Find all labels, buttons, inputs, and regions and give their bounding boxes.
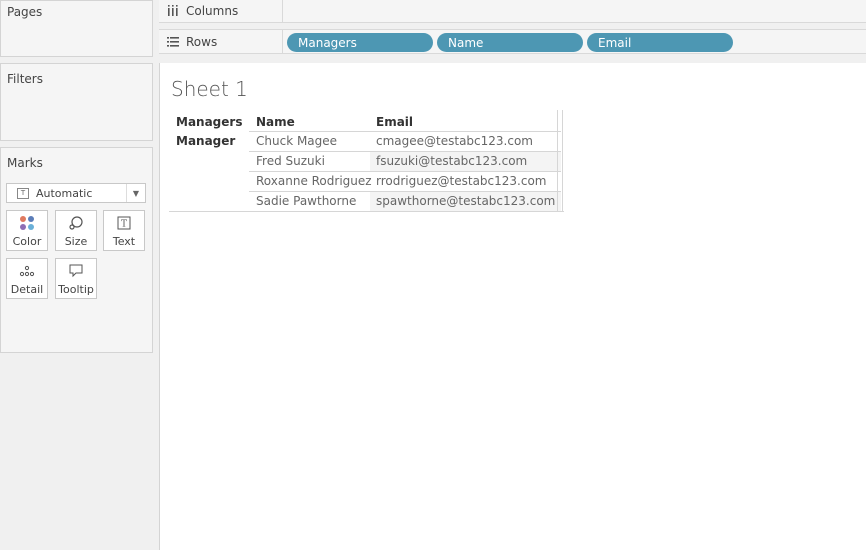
detail-button[interactable]: Detail [6,258,48,299]
table-row-email[interactable]: cmagee@testabc123.com [376,134,533,148]
tooltip-label: Tooltip [58,283,94,296]
color-dots-icon [19,214,35,232]
text-label: Text [112,235,136,248]
table-row-name[interactable]: Fred Suzuki [256,154,325,168]
rows-icon [166,36,180,47]
column-divider [557,110,558,211]
mark-type-dropdown[interactable]: T Automatic ▼ [6,183,146,203]
columns-icon [166,5,180,16]
table-row-name[interactable]: Roxanne Rodriguez [256,174,372,188]
auto-mark-icon: T [17,187,29,199]
rows-label: Rows [186,34,218,49]
name-pill[interactable]: Name [437,33,583,52]
tooltip-icon [68,262,84,280]
tooltip-button[interactable]: Tooltip [55,258,97,299]
size-label: Size [64,235,88,248]
row-divider [249,151,561,152]
header-email[interactable]: Email [376,115,413,129]
mark-type-label: Automatic [36,186,93,200]
size-icon [68,214,84,232]
email-pill[interactable]: Email [587,33,733,52]
color-button[interactable]: Color [6,210,48,251]
text-button[interactable]: T Text [103,210,145,251]
detail-icon [19,262,35,280]
columns-shelf[interactable]: Columns [159,0,866,23]
rows-shelf-label: Rows [159,30,283,53]
table-row-name[interactable]: Sadie Pawthorne [256,194,356,208]
chevron-down-icon[interactable]: ▼ [126,184,145,202]
table-bottom-border [169,211,564,212]
header-managers[interactable]: Managers [176,115,242,129]
marks-title: Marks [7,156,43,170]
pages-card[interactable]: Pages [0,0,153,57]
detail-label: Detail [10,283,44,296]
color-label: Color [12,235,42,248]
table-row-email[interactable]: fsuzuki@testabc123.com [376,154,527,168]
managers-pill[interactable]: Managers [287,33,433,52]
table-row-email[interactable]: spawthorne@testabc123.com [376,194,555,208]
columns-label: Columns [186,3,239,18]
size-button[interactable]: Size [55,210,97,251]
row-divider [249,191,561,192]
rows-shelf[interactable]: Rows Managers Name Email [159,29,866,54]
row-divider [249,131,561,132]
column-divider [562,110,563,211]
group-manager[interactable]: Manager [176,134,235,148]
filters-card[interactable]: Filters [0,63,153,141]
pages-title: Pages [7,5,43,19]
worksheet-canvas[interactable]: Sheet 1 Managers Name Email Manager Chuc… [159,63,866,550]
header-name[interactable]: Name [256,115,295,129]
columns-shelf-label: Columns [159,0,283,22]
table-row-email[interactable]: rrodriguez@testabc123.com [376,174,546,188]
filters-title: Filters [7,72,43,86]
row-divider [249,171,561,172]
text-icon: T [117,214,131,232]
sheet-title: Sheet 1 [171,77,248,101]
svg-text:T: T [121,220,127,230]
table-row-name[interactable]: Chuck Magee [256,134,337,148]
